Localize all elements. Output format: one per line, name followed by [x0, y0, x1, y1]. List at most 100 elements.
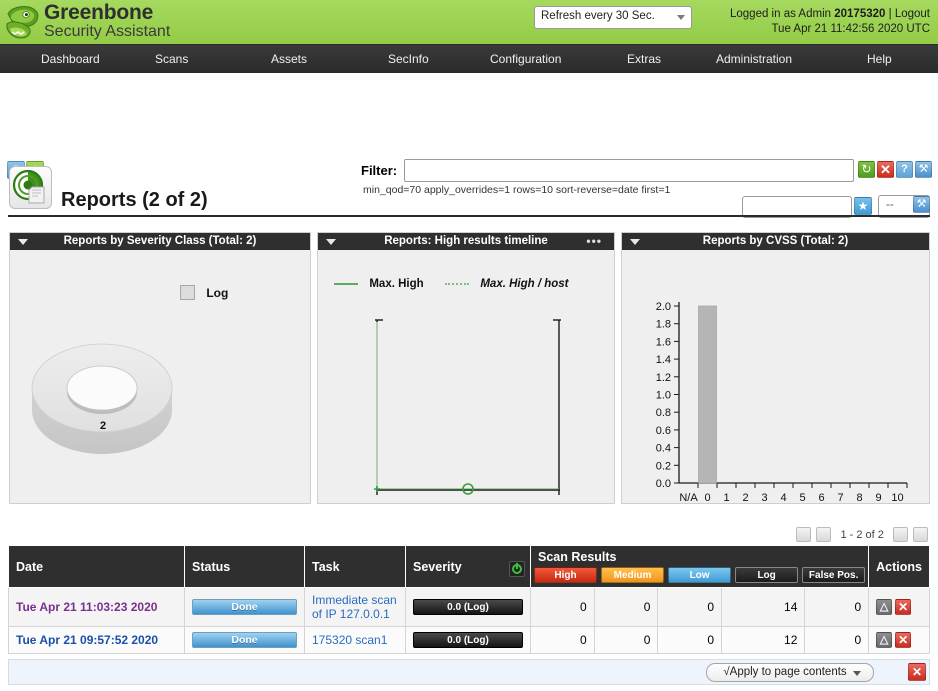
delta-report-icon[interactable]: △	[876, 632, 893, 648]
svg-text:8: 8	[856, 492, 862, 503]
column-header-scan-results: Scan Results High Medium Low Log False Pos.	[529, 545, 870, 588]
greenbone-dragon-logo	[2, 2, 44, 44]
chevron-down-icon[interactable]	[326, 239, 336, 245]
panel-menu-icon[interactable]: •••	[586, 233, 602, 250]
badge-low[interactable]: Low	[668, 567, 732, 583]
task-link[interactable]: 175320 scan1	[312, 633, 387, 647]
page-next-icon[interactable]	[892, 527, 908, 542]
severity-bar: 0.0 (Log)	[413, 599, 523, 615]
svg-text:6: 6	[818, 492, 824, 503]
chart-legend: Max. High Max. High / host	[334, 276, 569, 290]
svg-text:7: 7	[837, 492, 843, 503]
cell-task: Immediate scan of IP 127.0.0.1	[304, 587, 406, 627]
panel-header[interactable]: Reports: High results timeline •••	[318, 233, 614, 250]
column-header-date[interactable]: Date	[8, 545, 185, 588]
edit-dashboard-button[interactable]: ⚒	[913, 196, 930, 213]
logout-link[interactable]: Logout	[895, 8, 930, 20]
svg-text:1.8: 1.8	[656, 319, 671, 331]
task-link[interactable]: Immediate scan of IP 127.0.0.1	[312, 593, 397, 621]
delete-icon[interactable]: ✕	[895, 599, 912, 615]
report-radar-icon	[9, 166, 52, 209]
brand-line-1: Greenbone	[44, 1, 154, 24]
panel-reports-by-cvss: Reports by CVSS (Total: 2) 0.0 0.2 0.4 0.6 0…	[621, 232, 930, 504]
panel-title: Reports by CVSS (Total: 2)	[702, 235, 849, 247]
title-divider	[8, 215, 930, 217]
nav-item-assets[interactable]: Assets	[271, 45, 307, 73]
cell-severity: 0.0 (Log)	[405, 626, 531, 654]
svg-text:2.0: 2.0	[656, 301, 671, 313]
chevron-down-icon	[677, 15, 685, 20]
panel-header[interactable]: Reports by CVSS (Total: 2)	[622, 233, 929, 250]
apply-to-page-contents-label: √Apply to page contents	[723, 666, 847, 678]
page-title-bar: Reports (2 of 2)	[0, 158, 938, 220]
panel-body: Max. High Max. High / host	[318, 250, 614, 503]
cell-low: 0	[657, 587, 723, 627]
cell-medium: 0	[593, 587, 659, 627]
svg-text:1.4: 1.4	[656, 354, 671, 366]
badge-high[interactable]: High	[534, 567, 598, 583]
delta-report-icon[interactable]: △	[876, 599, 893, 615]
nav-item-help[interactable]: Help	[867, 45, 892, 73]
cvss-bar-chart[interactable]: 0.0 0.2 0.4 0.6 0.8 1.0 1.2 1.4 1.6 1.8 2.0 N/A 0 1 2 3…	[622, 253, 929, 503]
brand-line-2: Security Assistant	[44, 23, 171, 40]
column-header-severity-label: Severity	[413, 559, 462, 574]
status-bar[interactable]: Done	[192, 632, 297, 648]
cell-date: Tue Apr 21 09:57:52 2020	[8, 626, 185, 654]
chevron-down-icon[interactable]	[18, 239, 28, 245]
severity-override-icon[interactable]	[509, 560, 525, 577]
badge-medium[interactable]: Medium	[601, 567, 665, 583]
panel-reports-by-severity-class: Reports by Severity Class (Total: 2) Log	[9, 232, 311, 504]
brand-title: Greenbone Security Assistant	[44, 0, 170, 40]
nav-item-extras[interactable]: Extras	[627, 45, 661, 73]
cell-date: Tue Apr 21 11:03:23 2020	[8, 587, 185, 627]
svg-text:0.6: 0.6	[656, 425, 671, 437]
page-first-icon[interactable]	[796, 527, 812, 542]
high-results-timeline-chart[interactable]	[318, 290, 614, 500]
svg-text:5: 5	[799, 492, 805, 503]
delete-icon[interactable]: ✕	[895, 632, 912, 648]
report-date-link[interactable]: Tue Apr 21 09:57:52 2020	[16, 633, 158, 647]
filter-bar: ? Filter: min_qod=70 apply_overrides=1 r…	[0, 73, 938, 218]
status-bar[interactable]: Done	[192, 599, 297, 615]
cell-high: 0	[530, 587, 595, 627]
page-prev-icon[interactable]	[816, 527, 832, 542]
column-header-status[interactable]: Status	[184, 545, 305, 588]
column-header-task[interactable]: Task	[304, 545, 406, 588]
session-info: Logged in as Admin 20175320 | Logout Tue…	[730, 7, 930, 37]
scan-results-badges: High Medium Low Log False Pos.	[531, 566, 868, 587]
apply-to-page-contents-select[interactable]: √Apply to page contents	[706, 663, 874, 682]
cell-false-pos: 0	[804, 626, 870, 654]
user-role: Admin	[798, 8, 832, 20]
chevron-down-icon[interactable]	[630, 239, 640, 245]
badge-log[interactable]: Log	[735, 567, 799, 583]
donut-slice-value: 2	[100, 420, 107, 432]
panel-header[interactable]: Reports by Severity Class (Total: 2)	[10, 233, 310, 250]
column-header-severity[interactable]: Severity	[405, 545, 531, 588]
svg-text:0.2: 0.2	[656, 460, 671, 472]
cell-log: 12	[721, 626, 806, 654]
svg-text:10: 10	[891, 492, 903, 503]
panel-high-results-timeline: Reports: High results timeline ••• Max. …	[317, 232, 615, 504]
nav-item-dashboard[interactable]: Dashboard	[41, 45, 100, 73]
severity-donut-chart[interactable]	[10, 288, 310, 503]
cell-severity: 0.0 (Log)	[405, 587, 531, 627]
delete-selected-button[interactable]: ✕	[908, 663, 926, 681]
svg-text:3: 3	[761, 492, 767, 503]
page-title: Reports (2 of 2)	[61, 189, 208, 211]
page-last-icon[interactable]	[913, 527, 928, 542]
logged-in-prefix: Logged in as	[729, 8, 796, 20]
report-date-link[interactable]: Tue Apr 21 11:03:23 2020	[16, 600, 157, 614]
legend-line-max-high-host	[445, 282, 469, 285]
main-navigation: Dashboard Scans Assets SecInfo Configuration…	[0, 45, 938, 73]
svg-text:0.0: 0.0	[656, 478, 671, 490]
table-header-row: Date Status Task Severity Scan Results H…	[8, 545, 930, 588]
table-row: Tue Apr 21 09:57:52 2020 Done 175320 scan1…	[8, 626, 930, 654]
refresh-interval-select[interactable]: Refresh every 30 Sec.	[534, 6, 692, 29]
nav-item-administration[interactable]: Administration	[716, 45, 792, 73]
nav-item-configuration[interactable]: Configuration	[490, 45, 561, 73]
app-header: Greenbone Security Assistant Refresh eve…	[0, 0, 938, 45]
nav-item-scans[interactable]: Scans	[155, 45, 188, 73]
badge-false-pos[interactable]: False Pos.	[802, 567, 866, 583]
nav-item-secinfo[interactable]: SecInfo	[388, 45, 429, 73]
svg-text:1: 1	[723, 492, 729, 503]
